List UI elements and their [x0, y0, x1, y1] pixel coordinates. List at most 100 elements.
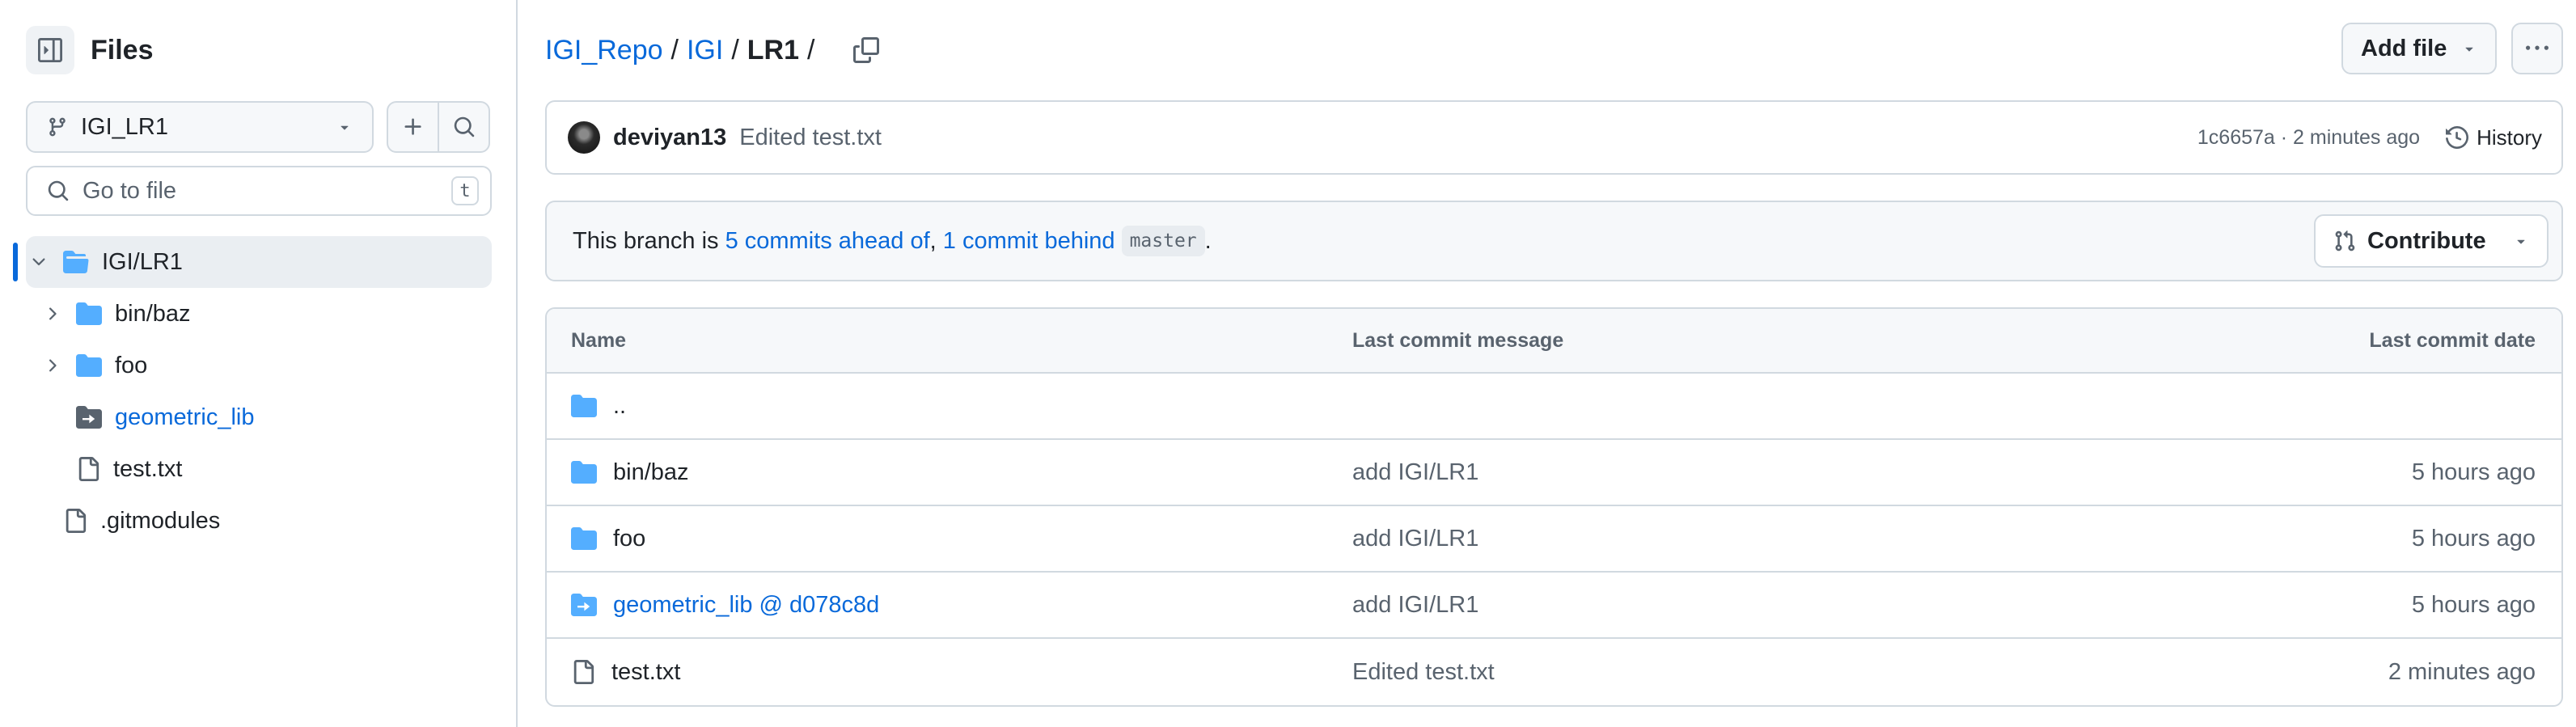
tree-item-label[interactable]: geometric_lib	[115, 404, 254, 431]
branch-status-text: This branch is 5 commits ahead of , 1 co…	[573, 226, 2314, 256]
tree-item-bin-baz[interactable]: bin/baz	[0, 288, 518, 340]
row-commit-message[interactable]: add IGI/LR1	[1352, 592, 2080, 619]
avatar[interactable]	[568, 121, 600, 154]
submodule-icon	[76, 406, 102, 429]
row-name-text[interactable]: test.txt	[611, 659, 680, 686]
branch-status-prefix: This branch is	[573, 227, 725, 254]
history-label: History	[2477, 125, 2542, 150]
tree-item-geometric-lib[interactable]: geometric_lib	[0, 391, 518, 443]
row-commit-date: 5 hours ago	[2411, 459, 2536, 485]
tree-item-label: foo	[115, 352, 148, 378]
file-tree: IGI/LR1 bin/baz foo geometric_lib test.t…	[0, 236, 518, 547]
branch-name: IGI_LR1	[81, 113, 168, 140]
table-row-parent-dir[interactable]: ..	[547, 374, 2561, 440]
breadcrumb-separator: /	[731, 34, 739, 66]
go-to-file-input[interactable]: Go to file t	[26, 166, 492, 216]
copy-icon	[853, 37, 880, 63]
keyboard-shortcut-hint: t	[451, 176, 479, 205]
sidebar-title: Files	[91, 34, 154, 66]
folder-icon	[76, 354, 102, 377]
row-name-text[interactable]: foo	[613, 526, 645, 552]
plus-icon	[404, 118, 421, 135]
search-files-button[interactable]	[439, 103, 489, 151]
tree-item-label: test.txt	[113, 455, 183, 482]
breadcrumb: IGI_Repo / IGI / LR1 /	[545, 26, 889, 74]
add-file-button[interactable]	[388, 103, 439, 151]
commits-ahead-link[interactable]: 5 commits ahead of	[725, 228, 930, 255]
more-options-button[interactable]	[2511, 23, 2563, 74]
tree-item-gitmodules[interactable]: .gitmodules	[0, 495, 518, 547]
tree-item-foo[interactable]: foo	[0, 340, 518, 391]
add-file-label: Add file	[2361, 35, 2447, 61]
contribute-label: Contribute	[2367, 227, 2486, 254]
branch-selector[interactable]: IGI_LR1	[26, 101, 374, 153]
commit-sha-time[interactable]: 1c6657a · 2 minutes ago	[2197, 126, 2420, 150]
history-button[interactable]: History	[2446, 125, 2542, 150]
header-commit-date: Last commit date	[2369, 328, 2536, 352]
tree-item-label: .gitmodules	[100, 507, 221, 534]
folder-icon	[571, 527, 597, 550]
row-commit-message[interactable]: add IGI/LR1	[1352, 459, 2080, 486]
file-table: Name Last commit message Last commit dat…	[545, 307, 2563, 707]
tree-item-igi-lr1[interactable]: IGI/LR1	[13, 236, 492, 288]
kebab-horizontal-icon	[2526, 45, 2549, 50]
contribute-dropdown[interactable]: Contribute	[2314, 214, 2549, 268]
row-name: foo	[547, 526, 1352, 552]
row-name-text[interactable]: geometric_lib @ d078c8d	[613, 592, 879, 619]
add-file-dropdown[interactable]: Add file	[2341, 23, 2497, 74]
file-tree-sidebar: Files IGI_LR1 Go to file t IGI/LR1 bin/b…	[0, 0, 518, 727]
chevron-right-icon[interactable]	[42, 356, 61, 375]
branch-controls: IGI_LR1	[26, 101, 490, 153]
row-name: bin/baz	[547, 459, 1352, 486]
table-row[interactable]: foo add IGI/LR1 5 hours ago	[547, 506, 2561, 573]
breadcrumb-dir-link[interactable]: IGI	[687, 35, 723, 66]
branch-status-comma: ,	[929, 227, 943, 254]
breadcrumb-separator: /	[670, 34, 679, 66]
commit-author[interactable]: deviyan13	[613, 125, 726, 151]
caret-down-icon	[2517, 239, 2525, 244]
row-commit-date: 5 hours ago	[2411, 591, 2536, 618]
folder-open-icon	[63, 251, 89, 273]
collapse-sidebar-button[interactable]	[26, 26, 74, 74]
chevron-right-icon[interactable]	[42, 304, 61, 323]
row-name: test.txt	[547, 659, 1352, 686]
file-icon	[573, 660, 594, 684]
chevron-down-icon[interactable]	[29, 252, 49, 272]
row-commit-date: 2 minutes ago	[2388, 658, 2536, 685]
header-name: Name	[571, 328, 627, 352]
row-name: ..	[547, 393, 1352, 420]
file-icon	[78, 457, 99, 481]
search-icon	[454, 116, 474, 137]
row-commit-message[interactable]: add IGI/LR1	[1352, 526, 2080, 552]
tree-item-test-txt[interactable]: test.txt	[0, 443, 518, 495]
search-icon	[48, 180, 69, 201]
row-name-text[interactable]: bin/baz	[613, 459, 689, 486]
breadcrumb-repo-link[interactable]: IGI_Repo	[545, 35, 663, 66]
table-row[interactable]: test.txt Edited test.txt 2 minutes ago	[547, 639, 2561, 705]
history-icon	[2446, 126, 2469, 149]
folder-icon	[571, 395, 597, 417]
row-name-text[interactable]: ..	[613, 393, 626, 420]
file-icon	[66, 509, 87, 533]
tree-item-label: bin/baz	[115, 300, 191, 327]
go-to-file-placeholder: Go to file	[82, 177, 177, 204]
commits-behind-link[interactable]: 1 commit behind	[943, 228, 1115, 255]
branch-status-suffix: .	[1204, 227, 1212, 254]
sidebar-collapse-icon	[38, 38, 62, 62]
git-branch-icon	[49, 117, 66, 137]
caret-down-icon	[2465, 47, 2473, 52]
caret-down-icon	[341, 125, 349, 130]
commit-message[interactable]: Edited test.txt	[739, 125, 2197, 151]
row-name: geometric_lib @ d078c8d	[547, 592, 1352, 619]
submodule-icon	[571, 594, 597, 616]
tree-item-label: IGI/LR1	[102, 248, 183, 275]
git-pull-request-icon	[2335, 230, 2355, 251]
latest-commit-bar: deviyan13 Edited test.txt 1c6657a · 2 mi…	[545, 100, 2563, 175]
breadcrumb-separator: /	[807, 34, 815, 66]
copy-path-button[interactable]	[844, 27, 889, 73]
table-header: Name Last commit message Last commit dat…	[547, 309, 2561, 374]
table-row[interactable]: geometric_lib @ d078c8d add IGI/LR1 5 ho…	[547, 573, 2561, 639]
row-commit-message[interactable]: Edited test.txt	[1352, 659, 2080, 686]
app-window: Files IGI_LR1 Go to file t IGI/LR1 bin/b…	[0, 0, 2576, 727]
table-row[interactable]: bin/baz add IGI/LR1 5 hours ago	[547, 440, 2561, 506]
